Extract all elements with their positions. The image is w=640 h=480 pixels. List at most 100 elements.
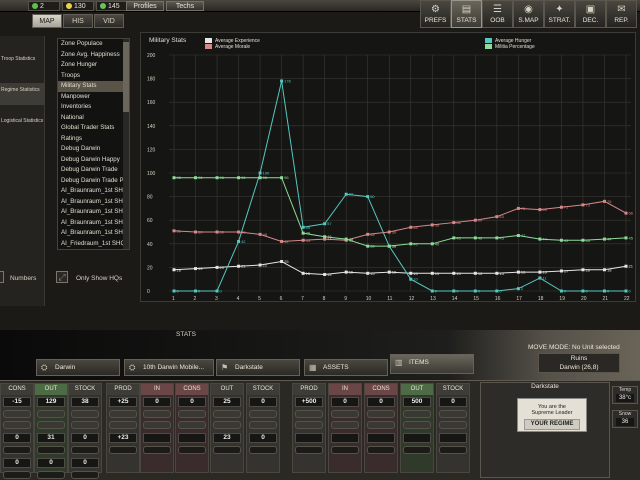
column-subvalue: 0 (37, 458, 65, 468)
slot-button[interactable] (178, 446, 206, 454)
column-value: 0 (439, 397, 467, 407)
slot-button[interactable] (109, 446, 137, 454)
reports-icon: ✉ (617, 4, 626, 15)
tab-darwin[interactable]: ⛭ Darwin (36, 359, 120, 376)
slot-button[interactable] (249, 410, 277, 418)
slot-button[interactable] (439, 410, 467, 418)
stat-list-item[interactable]: Military Stats (58, 81, 129, 92)
slot-button[interactable] (109, 410, 137, 418)
stat-list-item[interactable]: Debug Darwin Trade (58, 165, 129, 176)
stat-list-item[interactable]: Debug Darwin Trade Pr (58, 176, 129, 187)
stat-list-item[interactable]: Debug Darwin Happy (58, 155, 129, 166)
data-label: 15 (413, 271, 418, 276)
only-show-hqs-checkbox[interactable]: ⤢ (56, 271, 68, 283)
stat-list-item[interactable]: Ratings (58, 134, 129, 145)
slot-button[interactable] (403, 421, 431, 429)
tab-map[interactable]: MAP (32, 14, 62, 28)
slot-button[interactable] (213, 446, 241, 454)
column-header: IN (141, 384, 173, 395)
stat-list-item[interactable]: Zone Populace (58, 39, 129, 50)
slot-button[interactable] (71, 446, 99, 454)
stat-list-item[interactable]: Debug Darwin (58, 144, 129, 155)
slot-button[interactable] (403, 410, 431, 418)
slot-button[interactable] (3, 421, 31, 429)
slot-button[interactable] (3, 446, 31, 454)
slot-button[interactable] (367, 421, 395, 429)
techs-button[interactable]: Techs (166, 1, 204, 11)
stat-list-item[interactable]: Global Trader Stats (58, 123, 129, 134)
slot-button[interactable] (37, 471, 65, 479)
slot-button[interactable] (249, 446, 277, 454)
strategy-button[interactable]: ✦ STRAT. (544, 0, 575, 28)
tab-his[interactable]: HIS (63, 14, 93, 28)
stat-list-scrollbar[interactable] (123, 39, 129, 249)
stat-list-item[interactable]: Zone Hunger (58, 60, 129, 71)
slot-button[interactable] (143, 410, 171, 418)
oob-button[interactable]: ☰ OOB (482, 0, 513, 28)
slot-button[interactable] (295, 446, 323, 454)
slot-button[interactable] (71, 410, 99, 418)
slot-button[interactable] (367, 446, 395, 454)
category-logistical-statistics[interactable]: Logistical Statistics (0, 114, 45, 136)
stat-list-item[interactable]: Zone Avg. Happiness (58, 50, 129, 61)
tab-items[interactable]: ▥ ITEMS (390, 354, 474, 374)
stats-button[interactable]: ▤ STATS (451, 0, 482, 28)
tab-10th-darwin-mobile[interactable]: ⛭ 10th Darwin Mobile... (124, 359, 214, 376)
data-label: 20 (220, 265, 225, 270)
slot-button[interactable] (71, 471, 99, 479)
stat-list-item[interactable]: Troops (58, 71, 129, 82)
numbers-checkbox[interactable] (0, 271, 4, 283)
slot-button[interactable] (439, 446, 467, 454)
stat-list-item[interactable]: AI_Braunraum_1st SHQ (58, 228, 129, 239)
column-header: CONS (365, 384, 397, 395)
scrollbar-thumb[interactable] (123, 42, 129, 112)
slot-button[interactable] (109, 421, 137, 429)
slot-button[interactable] (439, 421, 467, 429)
your-regime-badge[interactable]: YOUR REGIME (524, 419, 580, 430)
prefs-button[interactable]: ⚙ PREFS (420, 0, 451, 28)
slot-button[interactable] (331, 421, 359, 429)
slot-button[interactable] (213, 421, 241, 429)
data-label: 48 (263, 232, 268, 237)
slot-button[interactable] (331, 410, 359, 418)
strategic-map-button[interactable]: ◉ S.MAP (513, 0, 544, 28)
stat-list-item[interactable]: Inventories (58, 102, 129, 113)
reports-button[interactable]: ✉ REP. (606, 0, 637, 28)
stat-list-item[interactable]: Manpower (58, 92, 129, 103)
slot-button[interactable] (295, 410, 323, 418)
stat-list-item[interactable]: AI_Braunraum_1st SHQ (58, 197, 129, 208)
data-label: 47 (521, 233, 526, 238)
stat-list-item[interactable]: AI_Braunraum_1st SHQ (58, 186, 129, 197)
slot-button[interactable] (295, 421, 323, 429)
slot-button[interactable] (213, 410, 241, 418)
resource-icon (100, 3, 106, 9)
slot-button[interactable] (331, 446, 359, 454)
category-regime-statistics[interactable]: Regime Statistics (0, 83, 45, 105)
stat-list-item[interactable]: AI_Braunraum_1st SHQ (58, 207, 129, 218)
stat-list-item[interactable]: AI_Braunraum_1st SHQ (58, 218, 129, 229)
tab-assets[interactable]: ▦ ASSETS (304, 359, 388, 376)
slot-button[interactable] (143, 421, 171, 429)
decisions-button[interactable]: ▣ DEC. (575, 0, 606, 28)
slot-button[interactable] (143, 446, 171, 454)
slot-button[interactable] (178, 421, 206, 429)
stat-list[interactable]: Zone Populace Zone Avg. Happiness Zone Hun… (57, 38, 130, 250)
stat-list-item[interactable]: National (58, 113, 129, 124)
slot-button[interactable] (367, 410, 395, 418)
category-troop-statistics[interactable]: Troop Statistics (0, 52, 45, 74)
slot-button[interactable] (37, 446, 65, 454)
tab-darkstate[interactable]: ⚑ Darkstate (216, 359, 300, 376)
slot-button[interactable] (3, 410, 31, 418)
tab-vid[interactable]: VID (94, 14, 124, 28)
x-tick-label: 22 (624, 296, 630, 302)
slot-button[interactable] (249, 421, 277, 429)
profiles-button[interactable]: Profiles (126, 1, 164, 11)
resource-counter-2: 130 (62, 1, 94, 11)
slot-button[interactable] (37, 421, 65, 429)
slot-button[interactable] (3, 471, 31, 479)
slot-button[interactable] (71, 421, 99, 429)
slot-button[interactable] (37, 410, 65, 418)
slot-button[interactable] (178, 410, 206, 418)
stat-list-item[interactable]: AI_Friedraum_1st SHQ (58, 239, 129, 250)
slot-button[interactable] (403, 446, 431, 454)
